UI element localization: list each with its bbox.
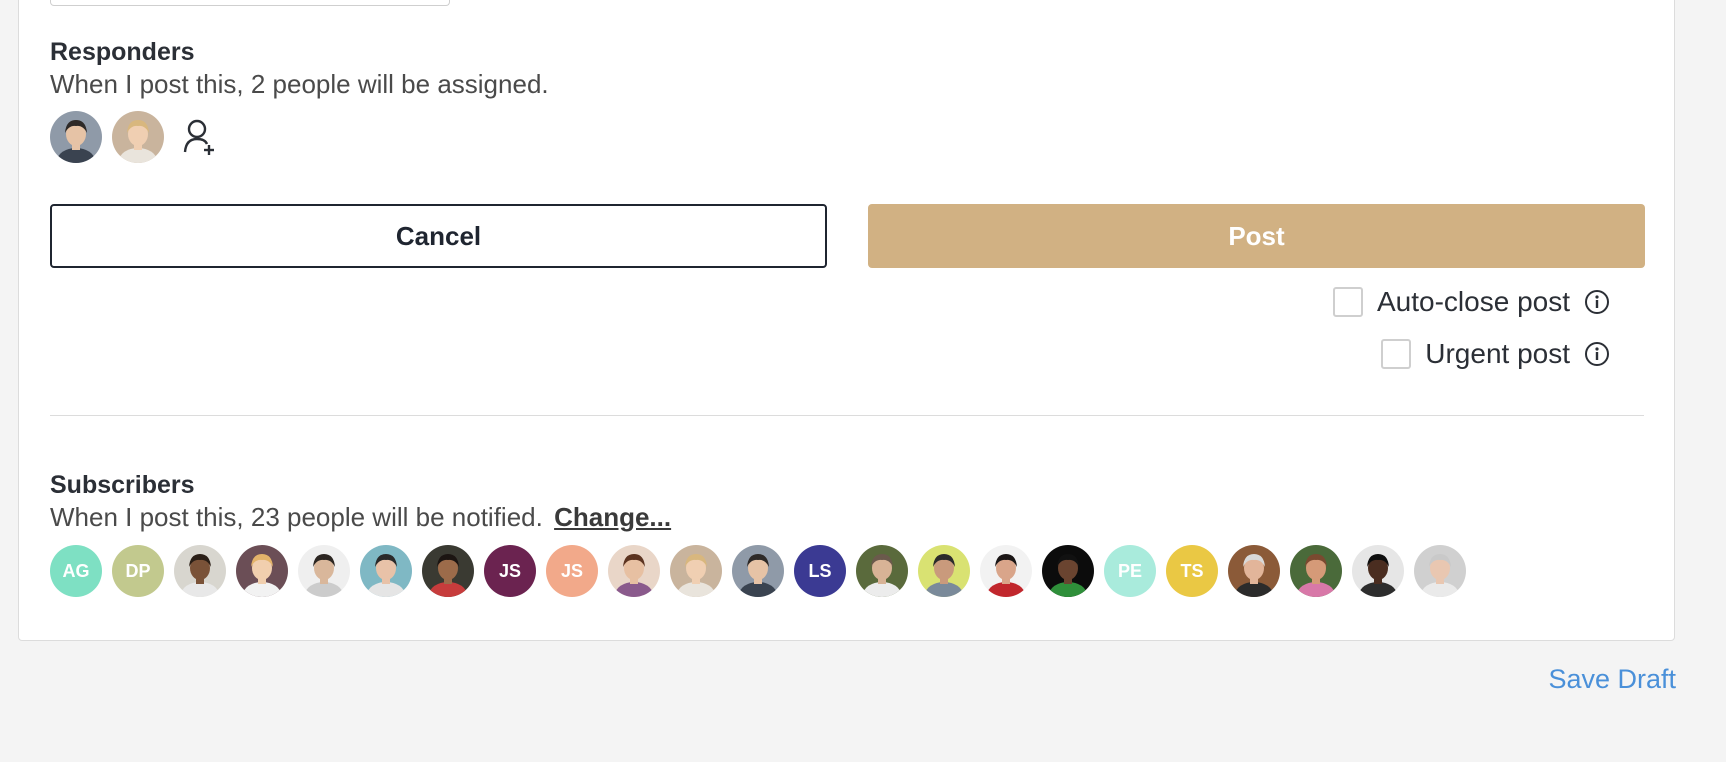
responder-avatar-photo bbox=[112, 111, 164, 163]
responders-description: When I post this, 2 people will be assig… bbox=[50, 69, 549, 99]
subscriber-avatar-photo bbox=[422, 545, 474, 597]
subscriber-avatar-initials: JS bbox=[546, 545, 598, 597]
subscriber-avatar-photo bbox=[174, 545, 226, 597]
urgent-label: Urgent post bbox=[1425, 338, 1570, 369]
subscriber-avatar-initials: LS bbox=[794, 545, 846, 597]
auto-close-info-icon[interactable] bbox=[1584, 289, 1610, 315]
subscriber-avatar-photo bbox=[1414, 545, 1466, 597]
subscribers-avatars: AG DP JS JS LS PE TS bbox=[50, 545, 1466, 597]
add-user-icon[interactable] bbox=[174, 111, 226, 163]
subscriber-avatar-initials: DP bbox=[112, 545, 164, 597]
subscriber-avatar-photo bbox=[670, 545, 722, 597]
urgent-option: Urgent post bbox=[1381, 338, 1610, 370]
subscriber-avatar-initials: JS bbox=[484, 545, 536, 597]
subscriber-avatar-photo bbox=[1228, 545, 1280, 597]
subscriber-avatar-photo bbox=[1352, 545, 1404, 597]
auto-close-label: Auto-close post bbox=[1377, 286, 1570, 317]
subscriber-avatar-initials: TS bbox=[1166, 545, 1218, 597]
responder-avatar-photo bbox=[50, 111, 102, 163]
responders-avatars bbox=[50, 111, 226, 163]
subscribers-description-text: When I post this, 23 people will be noti… bbox=[50, 502, 543, 532]
cancel-button[interactable]: Cancel bbox=[50, 204, 827, 268]
subscriber-avatar-photo bbox=[608, 545, 660, 597]
subscriber-avatar-photo bbox=[236, 545, 288, 597]
subscriber-avatar-photo bbox=[980, 545, 1032, 597]
subscriber-avatar-photo bbox=[732, 545, 784, 597]
subscriber-avatar-photo bbox=[856, 545, 908, 597]
auto-close-option: Auto-close post bbox=[1333, 286, 1610, 318]
post-form-card: Responders When I post this, 2 people wi… bbox=[18, 0, 1675, 641]
subscriber-avatar-photo bbox=[298, 545, 350, 597]
urgent-checkbox[interactable] bbox=[1381, 339, 1412, 369]
post-button[interactable]: Post bbox=[868, 204, 1645, 268]
change-subscribers-link[interactable]: Change... bbox=[554, 502, 671, 532]
subscriber-avatar-initials: PE bbox=[1104, 545, 1156, 597]
subscribers-description: When I post this, 23 people will be noti… bbox=[50, 502, 671, 533]
section-divider bbox=[50, 415, 1644, 416]
auto-close-checkbox[interactable] bbox=[1333, 287, 1363, 317]
save-draft-link[interactable]: Save Draft bbox=[1548, 664, 1676, 695]
subscribers-title: Subscribers bbox=[50, 471, 195, 499]
subscriber-avatar-photo bbox=[360, 545, 412, 597]
subscriber-avatar-photo bbox=[1290, 545, 1342, 597]
urgent-info-icon[interactable] bbox=[1584, 341, 1610, 367]
subscriber-avatar-initials: AG bbox=[50, 545, 102, 597]
previous-input-field[interactable] bbox=[50, 0, 450, 6]
subscriber-avatar-photo bbox=[918, 545, 970, 597]
responders-title: Responders bbox=[50, 38, 195, 66]
subscriber-avatar-photo bbox=[1042, 545, 1094, 597]
